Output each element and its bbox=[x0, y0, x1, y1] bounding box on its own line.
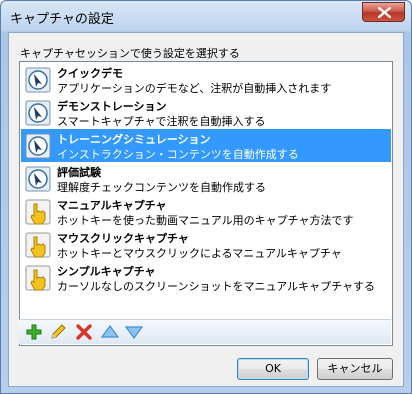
list-item-demonstration[interactable]: デモンストレーション スマートキャプチャで注釈を自動挿入する bbox=[21, 96, 391, 129]
window-title: キャプチャの設定 bbox=[10, 12, 114, 27]
close-button[interactable] bbox=[362, 2, 405, 22]
cancel-button[interactable]: キャンセル bbox=[317, 358, 393, 380]
list-item-simple-capture[interactable]: シンプルキャプチャ カーソルなしのスクリーンショットをマニュアルキャプチャする bbox=[21, 261, 391, 294]
auto-capture-icon bbox=[25, 166, 51, 192]
delete-button[interactable] bbox=[75, 323, 93, 341]
capture-settings-dialog: キャプチャの設定 キャプチャセッションで使う設定を選択する クイックデモ アプリ… bbox=[0, 0, 412, 394]
item-description: スマートキャプチャで注釈を自動挿入する bbox=[57, 115, 266, 128]
list-item-assessment[interactable]: 評価試験 理解度チェックコンテンツを自動作成する bbox=[21, 162, 391, 195]
manual-capture-icon bbox=[25, 265, 51, 291]
item-description: カーソルなしのスクリーンショットをマニュアルキャプチャする bbox=[57, 280, 376, 293]
title-bar[interactable]: キャプチャの設定 bbox=[1, 1, 411, 31]
instruction-label: キャプチャセッションで使う設定を選択する bbox=[20, 47, 240, 60]
ok-button[interactable]: OK bbox=[237, 358, 309, 380]
list-item-manual-capture[interactable]: マニュアルキャプチャ ホットキーを使った動画マニュアル用のキャプチャ方法です bbox=[21, 195, 391, 228]
delete-x-icon bbox=[76, 324, 92, 340]
move-down-arrow-icon bbox=[124, 326, 144, 340]
item-title: 評価試験 bbox=[57, 166, 101, 179]
item-description: アプリケーションのデモなど、注釈が自動挿入されます bbox=[57, 82, 332, 95]
list-item-training-simulation[interactable]: トレーニングシミュレーション インストラクション・コンテンツを自動作成する bbox=[21, 129, 391, 162]
move-down-button[interactable] bbox=[124, 323, 144, 341]
item-title: シンプルキャプチャ bbox=[57, 265, 156, 278]
item-title: トレーニングシミュレーション bbox=[57, 133, 211, 146]
auto-capture-icon bbox=[25, 133, 51, 159]
item-title: クイックデモ bbox=[57, 67, 123, 80]
capture-mode-list[interactable]: クイックデモ アプリケーションのデモなど、注釈が自動挿入されます デモンストレー… bbox=[19, 61, 393, 346]
auto-capture-icon bbox=[25, 100, 51, 126]
manual-capture-icon bbox=[25, 199, 51, 225]
close-icon bbox=[378, 7, 391, 18]
item-description: ホットキーとマウスクリックによるマニュアルキャプチャ bbox=[57, 247, 342, 260]
manual-capture-icon bbox=[25, 232, 51, 258]
add-button[interactable] bbox=[25, 323, 43, 341]
move-up-arrow-icon bbox=[100, 324, 120, 338]
item-description: ホットキーを使った動画マニュアル用のキャプチャ方法です bbox=[57, 214, 354, 227]
dialog-client-area: キャプチャセッションで使う設定を選択する クイックデモ アプリケーションのデモな… bbox=[8, 32, 404, 387]
list-toolbar bbox=[19, 319, 391, 344]
item-title: マニュアルキャプチャ bbox=[57, 199, 167, 212]
edit-button[interactable] bbox=[49, 323, 67, 341]
move-up-button[interactable] bbox=[100, 323, 120, 341]
item-description: インストラクション・コンテンツを自動作成する bbox=[57, 148, 299, 161]
item-title: デモンストレーション bbox=[57, 100, 167, 113]
list-item-quick-demo[interactable]: クイックデモ アプリケーションのデモなど、注釈が自動挿入されます bbox=[21, 63, 391, 96]
item-title: マウスクリックキャプチャ bbox=[57, 232, 189, 245]
item-description: 理解度チェックコンテンツを自動作成する bbox=[57, 181, 266, 194]
add-icon bbox=[26, 324, 42, 340]
edit-pencil-icon bbox=[51, 324, 66, 339]
auto-capture-icon bbox=[25, 67, 51, 93]
list-item-mouse-click-capture[interactable]: マウスクリックキャプチャ ホットキーとマウスクリックによるマニュアルキャプチャ bbox=[21, 228, 391, 261]
